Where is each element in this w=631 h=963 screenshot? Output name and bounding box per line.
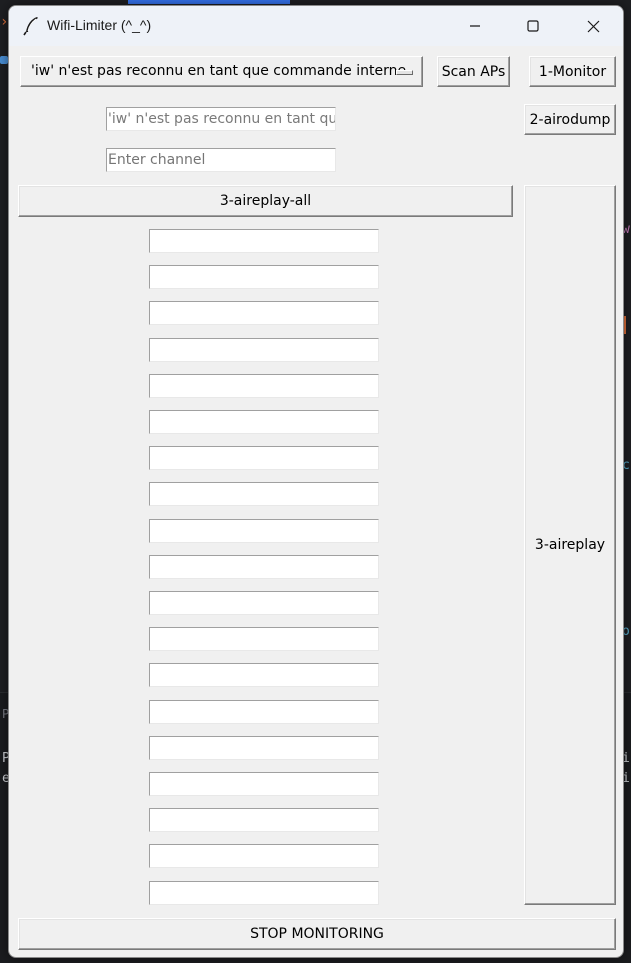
target-entry[interactable] <box>149 772 379 796</box>
maximize-icon <box>527 20 539 32</box>
target-entry[interactable] <box>149 880 379 905</box>
target-entry[interactable] <box>149 627 379 652</box>
background-python-icon <box>0 56 8 64</box>
window-title: Wifi-Limiter (^_^) <box>47 17 152 33</box>
interface-entry[interactable]: 'iw' n'est pas reconnu en tant que <box>106 107 336 131</box>
target-entry[interactable] <box>149 265 379 290</box>
target-entry[interactable] <box>149 844 379 869</box>
feather-icon <box>23 17 38 36</box>
scan-aps-button[interactable]: Scan APs <box>437 56 510 87</box>
target-entry[interactable] <box>149 482 379 507</box>
target-entry[interactable] <box>149 591 379 615</box>
airodump-button[interactable]: 2-airodump <box>524 104 616 135</box>
target-entry[interactable] <box>149 446 379 471</box>
target-entry[interactable] <box>149 663 379 688</box>
background-marker <box>624 316 626 334</box>
stop-monitoring-button[interactable]: STOP MONITORING <box>18 918 616 950</box>
target-entry[interactable] <box>149 337 379 362</box>
interface-dropdown[interactable]: 'iw' n'est pas reconnu en tant que comma… <box>20 56 423 87</box>
target-entry[interactable] <box>149 373 379 398</box>
target-entry[interactable] <box>149 554 379 579</box>
minimize-icon <box>470 25 480 27</box>
channel-input[interactable] <box>106 148 336 172</box>
app-window: Wifi-Limiter (^_^) 'iw' n'est pas reconn… <box>8 5 624 958</box>
target-entry[interactable] <box>149 808 379 833</box>
target-entry[interactable] <box>149 699 379 724</box>
background-tab-indicator <box>128 0 290 4</box>
target-entry[interactable] <box>149 735 379 760</box>
target-entry[interactable] <box>149 518 379 543</box>
interface-dropdown-value: 'iw' n'est pas reconnu en tant que comma… <box>31 63 407 79</box>
target-entry[interactable] <box>149 410 379 434</box>
maximize-button[interactable] <box>505 6 561 46</box>
close-icon <box>587 20 599 32</box>
dropdown-indicator-icon <box>396 70 413 75</box>
target-entry[interactable] <box>149 301 379 326</box>
monitor-button[interactable]: 1-Monitor <box>529 56 616 87</box>
title-bar[interactable]: Wifi-Limiter (^_^) <box>9 6 623 46</box>
target-entry[interactable] <box>149 229 379 253</box>
aireplay-button[interactable]: 3-aireplay <box>524 185 616 905</box>
close-button[interactable] <box>565 6 621 46</box>
aireplay-all-button[interactable]: 3-aireplay-all <box>18 185 513 217</box>
minimize-button[interactable] <box>447 6 503 46</box>
